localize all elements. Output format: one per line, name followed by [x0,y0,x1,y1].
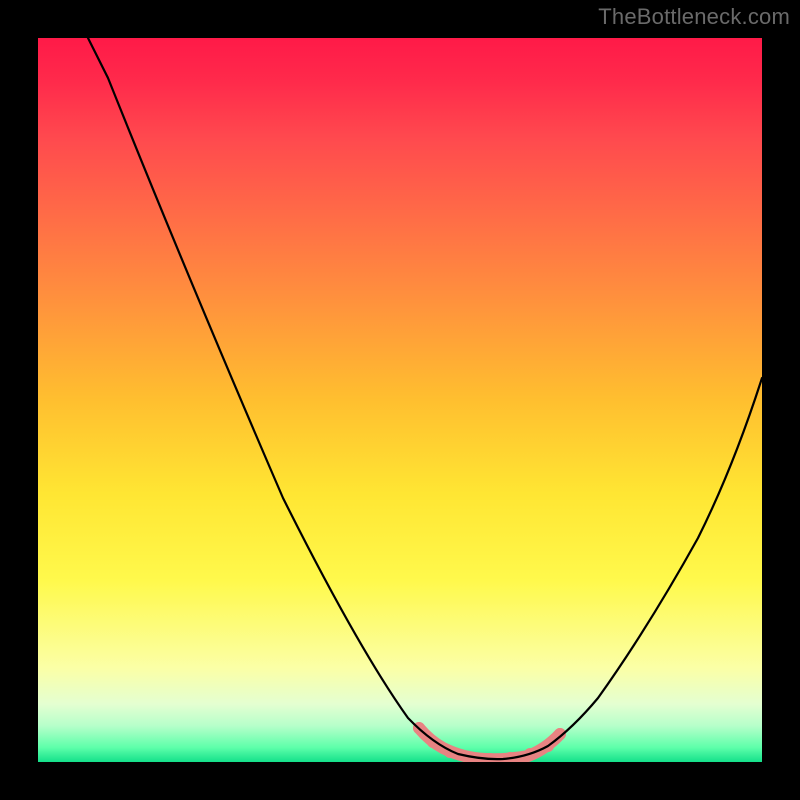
plot-area [38,38,762,762]
chart-frame: TheBottleneck.com [0,0,800,800]
curve-layer [38,38,762,762]
attribution-text: TheBottleneck.com [598,4,790,30]
bottleneck-curve [83,38,762,759]
